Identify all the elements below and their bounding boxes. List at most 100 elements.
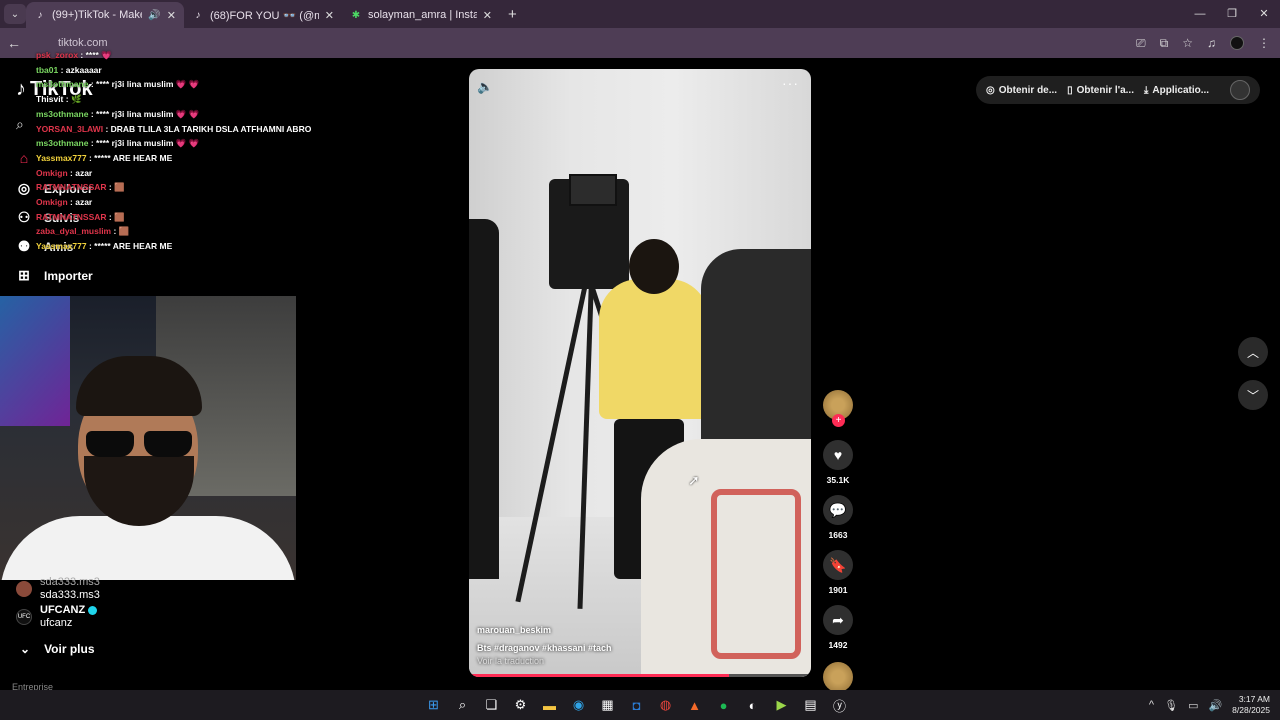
app-a-icon[interactable]: ▲: [685, 696, 704, 715]
back-arrow-icon[interactable]: ←: [0, 35, 28, 51]
chevron-up-icon[interactable]: ^: [1149, 699, 1154, 711]
chat-text: : azar: [70, 167, 93, 178]
pill-label: Obtenir de...: [998, 84, 1058, 96]
tab-title: solayman_amra | Instagram, Tik: [368, 9, 477, 21]
speaker-icon[interactable]: 🔊: [148, 10, 160, 21]
nav-label: Importer: [44, 268, 93, 283]
translate-icon[interactable]: ⧉: [1160, 36, 1169, 51]
minimize-button[interactable]: —: [1184, 0, 1216, 28]
chat-text: : 🟫: [108, 182, 125, 193]
app-y-icon[interactable]: ⓨ: [830, 696, 849, 715]
share-button[interactable]: ➦: [823, 605, 853, 635]
search-icon[interactable]: ⌕: [16, 116, 24, 133]
edge-icon[interactable]: ◉: [569, 696, 588, 715]
top-actions-bar: ◎ Obtenir de... ▯ Obtenir l'a... ⤓ Appli…: [976, 76, 1260, 104]
music-disc[interactable]: [823, 662, 853, 692]
sub-name: UFCANZ: [40, 604, 86, 616]
media-icon[interactable]: ♫: [1207, 36, 1216, 50]
like-count: 35.1K: [826, 475, 850, 485]
new-tab-button[interactable]: +: [508, 6, 517, 23]
voir-plus-button[interactable]: ⌄ Voir plus: [20, 642, 95, 656]
volume-icon[interactable]: 🔊: [1208, 699, 1222, 712]
video-player[interactable]: 🔈 ··· marouan_beskim Bts #draganov #khas…: [469, 69, 811, 677]
chat-message: ms3othmane : **** rj3i lina muslim 💗 💗: [36, 77, 336, 92]
phone-icon: ▯: [1067, 84, 1073, 96]
like-button[interactable]: ♥: [823, 440, 853, 470]
outlook-icon[interactable]: ◘: [627, 696, 646, 715]
get-app-button[interactable]: ▯ Obtenir l'a...: [1067, 85, 1134, 96]
close-icon[interactable]: ✕: [325, 9, 334, 22]
save-count: 1901: [828, 585, 848, 595]
nav-importer[interactable]: ⊞ Importer: [16, 267, 93, 284]
camera-monitor: [569, 174, 617, 206]
tab-for-you[interactable]: ♪ (68)FOR YOU 👓 (@music_12 ✕: [184, 2, 342, 28]
chat-message: Yassmax777 : ***** ARE HEAR ME: [36, 151, 336, 166]
sub-item-sda333[interactable]: sda333.ms3 sda333.ms3: [16, 576, 100, 602]
chat-text: : DRAB TLILA 3LA TARIKH DSLA ATFHAMNI AB…: [105, 123, 312, 134]
profile-avatar[interactable]: [1230, 80, 1250, 100]
browser-tab-bar: ⌄ ♪ (99+)TikTok - Make Your Day 🔊 ✕ ♪ (6…: [0, 0, 1280, 28]
maximize-button[interactable]: ❐: [1216, 0, 1248, 28]
window-close-button[interactable]: ✕: [1248, 0, 1280, 28]
task-view-icon[interactable]: ❏: [482, 696, 501, 715]
video-progress-bar[interactable]: [469, 674, 811, 677]
store-icon[interactable]: ▦: [598, 696, 617, 715]
tab-tiktok[interactable]: ♪ (99+)TikTok - Make Your Day 🔊 ✕: [26, 2, 184, 28]
chat-message: YORSAN_3LAWI : DRAB TLILA 3LA TARIKH DSL…: [36, 122, 336, 137]
close-icon[interactable]: ✕: [167, 9, 176, 22]
volume-icon[interactable]: 🔈: [477, 79, 493, 95]
search-icon[interactable]: ⌕: [453, 696, 472, 715]
next-video-button[interactable]: ﹀: [1238, 380, 1268, 410]
chat-text: : **** rj3i lina muslim 💗 💗: [90, 138, 200, 149]
cast-icon[interactable]: ⎚: [1136, 36, 1146, 51]
chat-message: ms3othmane : **** rj3i lina muslim 💗 💗: [36, 107, 336, 122]
windows-start-icon[interactable]: ⊞: [424, 696, 443, 715]
chat-username: Yassmax777: [36, 152, 87, 163]
chat-text: : ***** ARE HEAR ME: [88, 241, 173, 252]
video-author[interactable]: marouan_beskim: [477, 625, 551, 635]
compass-icon: ◎: [17, 180, 31, 196]
mic-icon[interactable]: 🎙: [1164, 699, 1178, 712]
previous-video-button[interactable]: ︿: [1238, 337, 1268, 367]
obs-icon[interactable]: ◐: [743, 696, 762, 715]
menu-dots-icon[interactable]: ⋮: [1258, 36, 1270, 50]
creator-avatar[interactable]: +: [823, 390, 853, 427]
tab-instagram[interactable]: ✱ solayman_amra | Instagram, Tik ✕: [342, 2, 500, 28]
user-icon: ⚇: [17, 209, 31, 225]
tiktok-icon: ♪: [37, 9, 43, 21]
get-coins-button[interactable]: ◎ Obtenir de...: [986, 85, 1057, 96]
windows-taskbar: ⊞ ⌕ ❏ ⚙ ▬ ◉ ▦ ◘ ◍ ▲ ● ◐ ▶ ▤ ⓨ ^ 🎙 ▭ 🔊 3:…: [0, 690, 1280, 720]
chat-message: ms3othmane : **** rj3i lina muslim 💗 💗: [36, 136, 336, 151]
calculator-icon[interactable]: ▤: [801, 696, 820, 715]
plus-square-icon: ⊞: [18, 267, 30, 283]
chat-username: ms3othmane: [36, 79, 89, 90]
sub-handle: ufcanz: [40, 617, 73, 629]
star-icon[interactable]: ☆: [1182, 36, 1193, 50]
tiktok-icon: ♪: [195, 9, 201, 21]
desktop-app-button[interactable]: ⤓ Applicatio...: [1144, 85, 1209, 96]
chat-username: YORSAN_3LAWI: [36, 123, 104, 134]
sunglasses: [86, 431, 196, 459]
follow-plus-icon[interactable]: +: [832, 414, 845, 427]
profile-avatar[interactable]: [1230, 36, 1244, 50]
display-icon[interactable]: ▭: [1188, 699, 1198, 712]
clock[interactable]: 3:17 AM 8/28/2025: [1232, 694, 1270, 716]
translate-link[interactable]: Voir la traduction: [477, 656, 544, 666]
folder-icon[interactable]: ▬: [540, 696, 559, 715]
comment-button[interactable]: 💬: [823, 495, 853, 525]
close-icon[interactable]: ✕: [483, 9, 492, 22]
red-print: [711, 489, 801, 659]
sub-item-ufcanz[interactable]: UFC UFCANZ ufcanz: [16, 604, 98, 630]
play-icon[interactable]: ▶: [772, 696, 791, 715]
spotify-icon[interactable]: ●: [714, 696, 733, 715]
window-controls: — ❐ ✕: [1184, 0, 1280, 28]
more-dots-icon[interactable]: ···: [782, 75, 799, 91]
chat-message: Thisvit : 🌿: [36, 92, 336, 107]
save-button[interactable]: 🔖: [823, 550, 853, 580]
nav-home[interactable]: ⌂: [16, 150, 32, 166]
settings-gear-icon[interactable]: ⚙: [511, 696, 530, 715]
tab-search-button[interactable]: ⌄: [4, 4, 26, 24]
chrome-icon[interactable]: ◍: [656, 696, 675, 715]
man-yellow-shirt: [599, 279, 709, 419]
chat-text: : 🟫: [108, 211, 125, 222]
